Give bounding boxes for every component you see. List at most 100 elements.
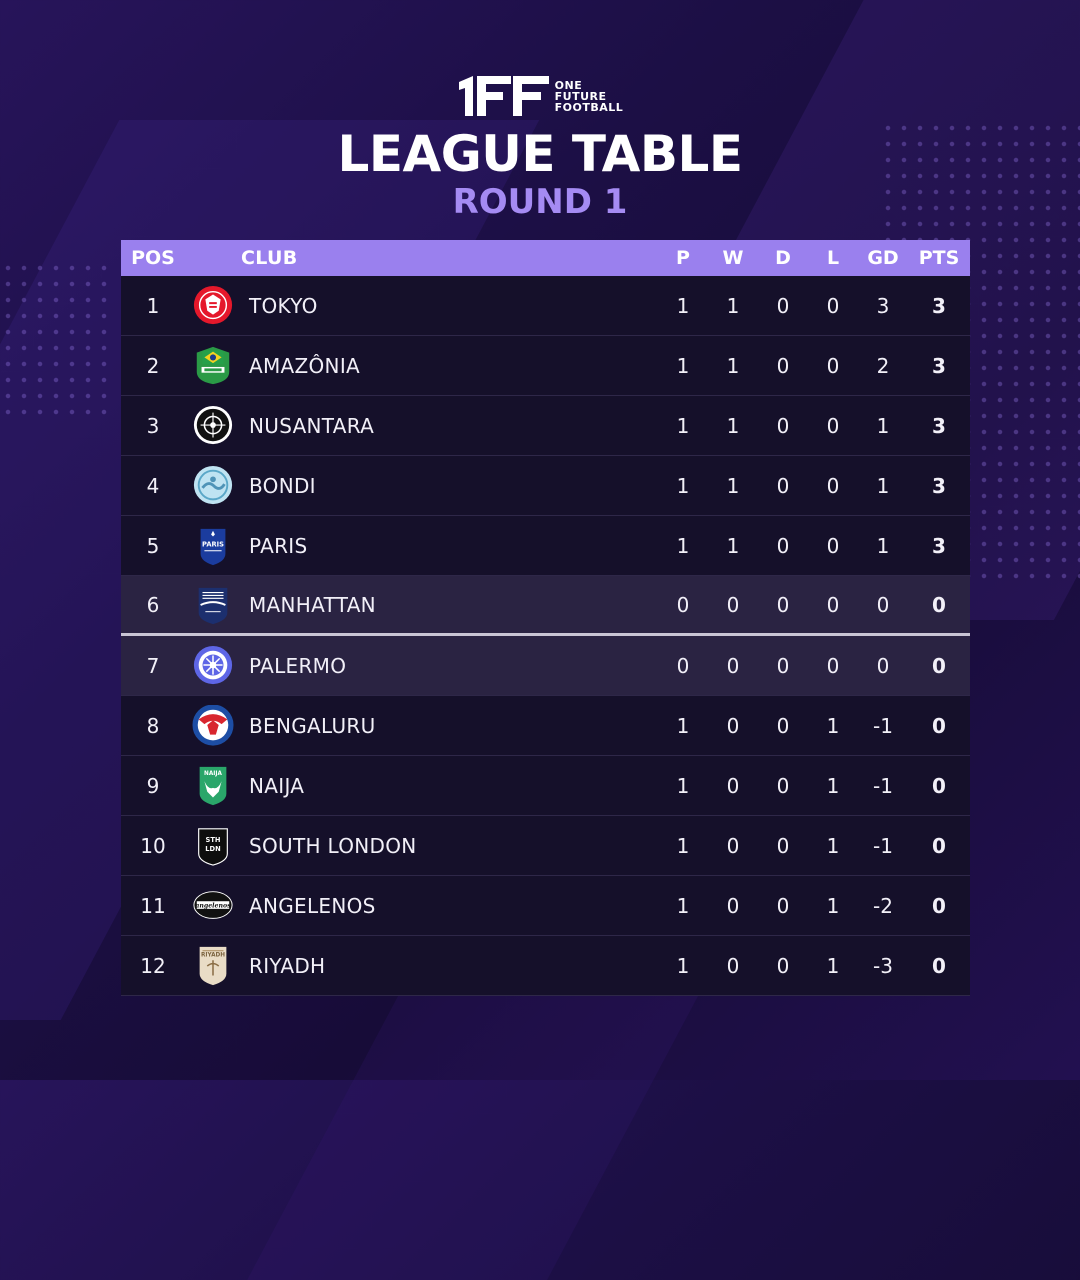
club-name-cell: NAIJA	[249, 773, 305, 798]
svg-text:RIYADH: RIYADH	[201, 952, 225, 958]
points-cell: 3	[932, 473, 946, 498]
points-cell: 0	[932, 773, 946, 798]
won-cell: 0	[726, 953, 740, 978]
goal-difference-cell: -2	[873, 893, 893, 918]
one-future-football-logo-icon	[458, 76, 549, 116]
brand-wordmark: ONE FUTURE FOOTBALL	[555, 80, 624, 113]
goal-difference-cell: 3	[876, 293, 890, 318]
tokyo-crest-icon	[185, 285, 241, 327]
points-cell: 0	[932, 833, 946, 858]
table-row: 3 NUSANTARA 1 1 0 0 1 3	[121, 396, 970, 456]
club-name-cell: MANHATTAN	[249, 592, 376, 617]
bengaluru-crest-icon	[185, 704, 241, 747]
drawn-cell: 0	[776, 893, 790, 918]
points-cell: 3	[932, 533, 946, 558]
lost-cell: 1	[826, 833, 840, 858]
points-cell: 0	[932, 653, 946, 678]
won-cell: 1	[726, 533, 740, 558]
club-name-cell: TOKYO	[249, 293, 318, 318]
drawn-cell: 0	[776, 533, 790, 558]
lost-cell: 1	[826, 773, 840, 798]
lost-cell: 0	[826, 473, 840, 498]
played-cell: 0	[676, 653, 690, 678]
position-cell: 10	[140, 833, 166, 858]
position-cell: 2	[146, 353, 160, 378]
lost-cell: 0	[826, 353, 840, 378]
table-row: 8 BENGALURU 1 0 0 1 -1 0	[121, 696, 970, 756]
goal-difference-cell: -1	[873, 713, 893, 738]
riyadh-crest-icon: RIYADH	[185, 945, 241, 987]
club-name-cell: RIYADH	[249, 953, 326, 978]
position-cell: 5	[146, 533, 160, 558]
won-cell: 1	[726, 473, 740, 498]
won-cell: 0	[726, 653, 740, 678]
nusantara-crest-icon	[185, 405, 241, 447]
won-cell: 1	[726, 353, 740, 378]
drawn-cell: 0	[776, 592, 790, 617]
svg-text:LDN: LDN	[205, 844, 220, 852]
played-cell: 1	[676, 833, 690, 858]
header-points: PTS	[918, 247, 960, 269]
table-row: 5 PARIS PARIS 1 1 0 0 1 3	[121, 516, 970, 576]
points-cell: 3	[932, 353, 946, 378]
angelenos-crest-icon: angelenos	[185, 885, 241, 927]
won-cell: 0	[726, 713, 740, 738]
league-table: POS CLUB P W D L GD PTS 1 TOKYO 1 1 0 0 3 3 2 AMA…	[121, 240, 970, 996]
goal-difference-cell: 0	[876, 592, 890, 617]
position-cell: 11	[140, 893, 166, 918]
round-subtitle: ROUND 1	[452, 182, 628, 222]
table-row: 2 AMAZÔNIA 1 1 0 0 2 3	[121, 336, 970, 396]
header-played: P	[676, 247, 690, 269]
position-cell: 6	[146, 592, 160, 617]
table-row: 1 TOKYO 1 1 0 0 3 3	[121, 276, 970, 336]
won-cell: 0	[726, 833, 740, 858]
club-name-cell: ANGELENOS	[249, 893, 376, 918]
drawn-cell: 0	[776, 713, 790, 738]
header: ONE FUTURE FOOTBALL LEAGUE TABLE ROUND 1	[0, 76, 1080, 222]
svg-text:STH: STH	[206, 836, 221, 844]
played-cell: 1	[676, 713, 690, 738]
header-goal-difference: GD	[867, 247, 899, 269]
played-cell: 0	[676, 592, 690, 617]
won-cell: 0	[726, 773, 740, 798]
drawn-cell: 0	[776, 653, 790, 678]
header-club: CLUB	[241, 247, 298, 269]
drawn-cell: 0	[776, 353, 790, 378]
position-cell: 4	[146, 473, 160, 498]
brand-line: FUTURE	[554, 89, 607, 103]
lost-cell: 0	[826, 653, 840, 678]
played-cell: 1	[676, 353, 690, 378]
south-london-crest-icon: STH LDN	[185, 825, 241, 867]
page-title: LEAGUE TABLE	[337, 125, 743, 183]
brand-line: ONE	[554, 78, 583, 92]
played-cell: 1	[676, 773, 690, 798]
table-row: 12 RIYADH RIYADH 1 0 0 1 -3 0	[121, 936, 970, 996]
club-name-cell: PARIS	[249, 533, 308, 558]
position-cell: 9	[146, 773, 160, 798]
goal-difference-cell: 2	[876, 353, 890, 378]
points-cell: 0	[932, 592, 946, 617]
goal-difference-cell: -1	[873, 833, 893, 858]
goal-difference-cell: 0	[876, 653, 890, 678]
lost-cell: 1	[826, 953, 840, 978]
points-cell: 3	[932, 293, 946, 318]
svg-text:angelenos: angelenos	[195, 902, 231, 909]
position-cell: 3	[146, 413, 160, 438]
points-cell: 0	[932, 713, 946, 738]
drawn-cell: 0	[776, 473, 790, 498]
goal-difference-cell: 1	[876, 413, 890, 438]
points-cell: 3	[932, 413, 946, 438]
table-row: 11 angelenos ANGELENOS 1 0 0 1 -2 0	[121, 876, 970, 936]
drawn-cell: 0	[776, 953, 790, 978]
header-drawn: D	[775, 247, 791, 269]
naija-crest-icon: NAIJA	[185, 765, 241, 807]
header-lost: L	[826, 247, 840, 269]
won-cell: 0	[726, 592, 740, 617]
played-cell: 1	[676, 413, 690, 438]
lost-cell: 0	[826, 413, 840, 438]
club-name-cell: BONDI	[249, 473, 316, 498]
palermo-crest-icon	[185, 645, 241, 687]
table-row: 6 MANHATTAN 0 0 0 0 0 0	[121, 576, 970, 636]
table-header: POS CLUB P W D L GD PTS	[121, 240, 970, 276]
table-row: 10 STH LDN SOUTH LONDON 1 0 0 1 -1 0	[121, 816, 970, 876]
